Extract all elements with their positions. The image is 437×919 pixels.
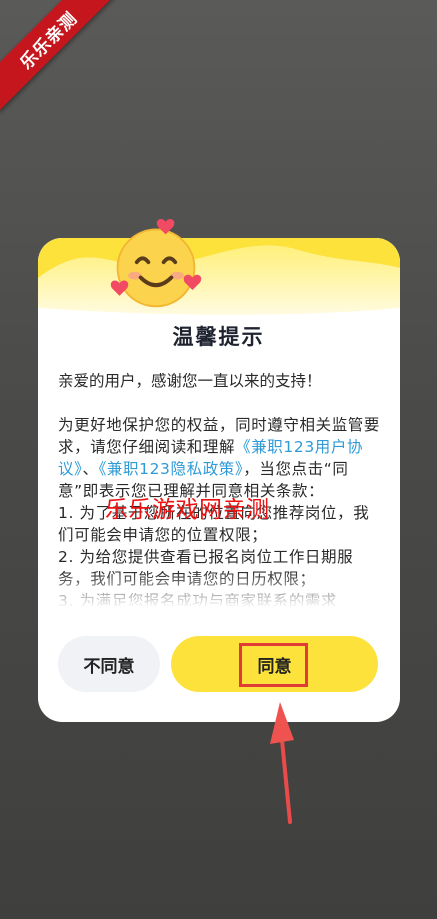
corner-banner-text: 乐乐亲测 [16,8,82,74]
permission-item-calendar: 2. 为给您提供查看已报名岗位工作日期服务，我们可能会申请您的日历权限； [58,548,354,588]
permission-item-contact: 3. 为满足您报名成功与商家联系的需求 [58,592,338,606]
agree-button[interactable]: 同意 [171,636,378,692]
dialog-header-wave [38,238,400,318]
disagree-button-label: 不同意 [83,656,135,677]
privacy-policy-link[interactable]: 《兼职123隐私政策》 [99,460,244,478]
body-separator: 、 [82,460,99,478]
agree-button-label: 同意 [257,656,292,677]
watermark-text: 乐乐游戏网亲测 [105,497,270,523]
corner-banner: 乐乐亲测 [0,0,120,112]
smiling-face-with-hearts-icon [110,219,202,308]
red-arrow-icon [270,702,294,824]
dialog-title: 温馨提示 [172,325,265,349]
dialog-greeting: 亲爱的用户，感谢您一直以来的支持！ [58,372,322,390]
disagree-button[interactable]: 不同意 [58,636,160,692]
